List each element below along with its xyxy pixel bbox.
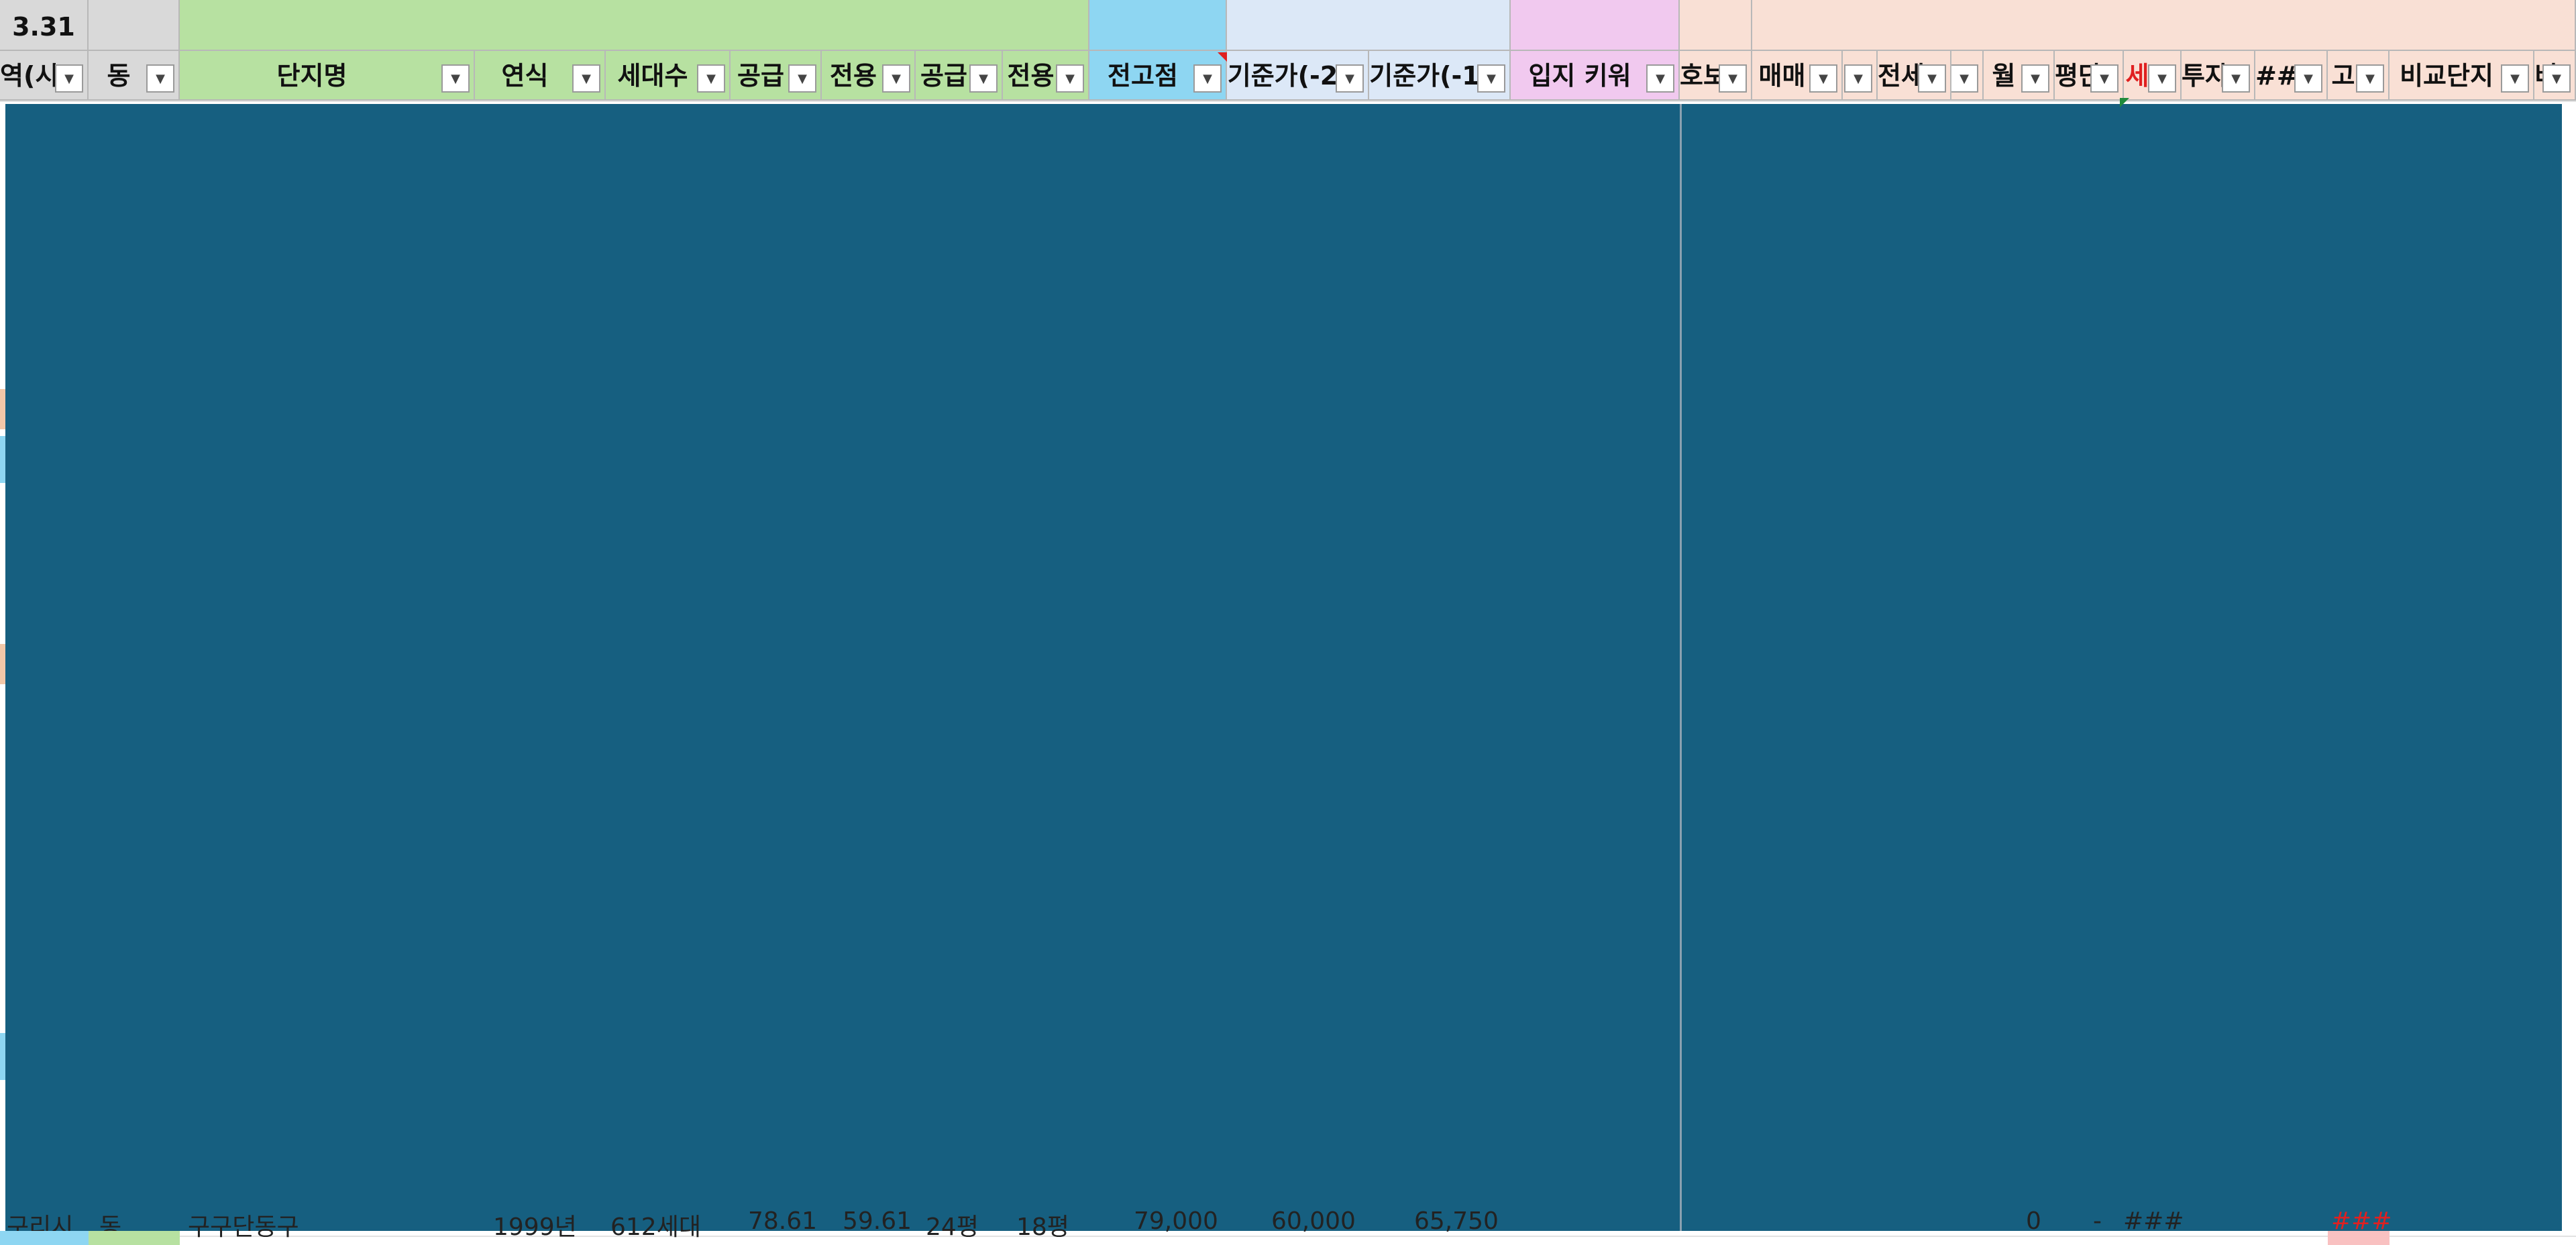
column-header-23[interactable]: 고 (2328, 51, 2390, 101)
filter-dropdown-icon[interactable] (2501, 64, 2529, 93)
top-cell-text: 3.31 (12, 12, 75, 42)
filter-dropdown-icon[interactable] (1719, 64, 1747, 93)
redaction-block-right (1682, 104, 2562, 1231)
column-header-16[interactable]: 전세 (1878, 51, 1951, 101)
top-cell[interactable] (1511, 0, 1680, 51)
cell-comment-indicator (2120, 98, 2129, 107)
table-row: 구리시 동 구구단동구 1999년 612세대 78.61 59.61 24평 … (0, 1194, 2576, 1245)
column-header-18[interactable]: 월 (1984, 51, 2055, 101)
cell-exclusive-py[interactable]: 18평 (1016, 1207, 1069, 1242)
column-header-1[interactable]: 동 (89, 51, 180, 101)
grid-line (0, 101, 2576, 102)
column-header-5[interactable]: 공급 (731, 51, 822, 101)
cell-supply[interactable]: 78.61 (748, 1207, 817, 1235)
row-accent (0, 1033, 5, 1080)
column-header-4[interactable]: 세대수 (606, 51, 731, 101)
column-header-11[interactable]: 기준가(-1 (1369, 51, 1511, 101)
filter-dropdown-icon[interactable] (2542, 64, 2571, 93)
column-header-0[interactable]: 역(시 (0, 51, 89, 101)
row-accent (0, 644, 5, 684)
filter-dropdown-icon[interactable] (572, 64, 600, 93)
row-accent (89, 1231, 180, 1245)
cell-name[interactable]: 구구단동구 (188, 1207, 299, 1242)
column-header-12[interactable]: 입지 키워 (1511, 51, 1680, 101)
cell-peak[interactable]: 79,000 (1134, 1207, 1218, 1235)
column-header-17[interactable] (1951, 51, 1984, 101)
filter-dropdown-icon[interactable] (2294, 64, 2322, 93)
top-cell[interactable] (180, 0, 1089, 51)
column-header-25[interactable]: 비 (2534, 51, 2576, 101)
column-header-22[interactable]: ## (2255, 51, 2328, 101)
column-header-8[interactable]: 전용 (1003, 51, 1089, 101)
filter-dropdown-icon[interactable] (2222, 64, 2250, 93)
row-accent (0, 389, 5, 429)
column-header-10[interactable]: 기준가(-2 (1227, 51, 1369, 101)
top-cell[interactable] (1752, 0, 2576, 51)
top-cell-date[interactable]: 3.31 (0, 0, 89, 51)
filter-dropdown-icon[interactable] (1918, 64, 1946, 93)
column-header-19[interactable]: 평단 (2055, 51, 2124, 101)
column-header-9[interactable]: 전고점 (1089, 51, 1227, 101)
filter-dropdown-icon[interactable] (2356, 64, 2384, 93)
filter-dropdown-icon[interactable] (1809, 64, 1837, 93)
redaction-block-left (5, 104, 1680, 1231)
cell-supply-py[interactable]: 24평 (926, 1207, 979, 1242)
column-header-3[interactable]: 연식 (475, 51, 606, 101)
filter-dropdown-icon[interactable] (441, 64, 470, 93)
column-divider (1680, 104, 1682, 1231)
top-cell[interactable] (1089, 0, 1227, 51)
column-header-2[interactable]: 단지명 (180, 51, 475, 101)
cell-hash1[interactable]: ### (2123, 1207, 2184, 1235)
top-cell[interactable] (89, 0, 180, 51)
cell-base2[interactable]: 60,000 (1271, 1207, 1356, 1235)
column-header-24[interactable]: 비교단지 (2390, 51, 2534, 101)
filter-dropdown-icon[interactable] (1844, 64, 1872, 93)
filter-dropdown-icon[interactable] (1646, 64, 1674, 93)
filter-dropdown-icon[interactable] (146, 64, 174, 93)
column-header-6[interactable]: 전용 (822, 51, 916, 101)
column-header-7[interactable]: 공급 (916, 51, 1003, 101)
filter-dropdown-icon[interactable] (788, 64, 816, 93)
cell-base1[interactable]: 65,750 (1414, 1207, 1499, 1235)
column-header-20[interactable]: 세 (2124, 51, 2182, 101)
filter-dropdown-icon[interactable] (882, 64, 910, 93)
column-header-15[interactable] (1843, 51, 1878, 101)
filter-dropdown-icon[interactable] (55, 64, 83, 93)
cell-exclusive[interactable]: 59.61 (843, 1207, 912, 1235)
filter-dropdown-icon[interactable] (1477, 64, 1505, 93)
cell-comment-indicator (1218, 52, 1227, 62)
cell-year[interactable]: 1999년 (493, 1207, 577, 1242)
spreadsheet: 3.31 역(시동단지명연식세대수공급전용공급전용전고점기준가(-2기준가(-1… (0, 0, 2576, 1245)
top-cell[interactable] (1227, 0, 1511, 51)
filter-dropdown-icon[interactable] (1336, 64, 1364, 93)
filter-dropdown-icon[interactable] (697, 64, 725, 93)
filter-dropdown-icon[interactable] (1193, 64, 1222, 93)
column-header-13[interactable]: 호보 (1680, 51, 1752, 101)
column-header-label: 단지명 (276, 61, 347, 91)
column-header-21[interactable]: 투자 (2182, 51, 2255, 101)
column-header-14[interactable]: 매매 (1752, 51, 1843, 101)
filter-dropdown-icon[interactable] (2021, 64, 2049, 93)
filter-dropdown-icon[interactable] (2148, 64, 2176, 93)
filter-dropdown-icon[interactable] (969, 64, 998, 93)
filter-dropdown-icon[interactable] (2090, 64, 2118, 93)
row-accent (0, 436, 5, 483)
row-accent (2328, 1231, 2390, 1245)
row-accent (0, 1231, 89, 1245)
cell-wol[interactable]: 0 (2026, 1207, 2041, 1235)
cell-pyeong[interactable]: - (2093, 1207, 2102, 1235)
cell-households[interactable]: 612세대 (610, 1207, 701, 1242)
top-cell[interactable] (1680, 0, 1752, 51)
filter-dropdown-icon[interactable] (1951, 64, 1978, 93)
filter-dropdown-icon[interactable] (1056, 64, 1084, 93)
